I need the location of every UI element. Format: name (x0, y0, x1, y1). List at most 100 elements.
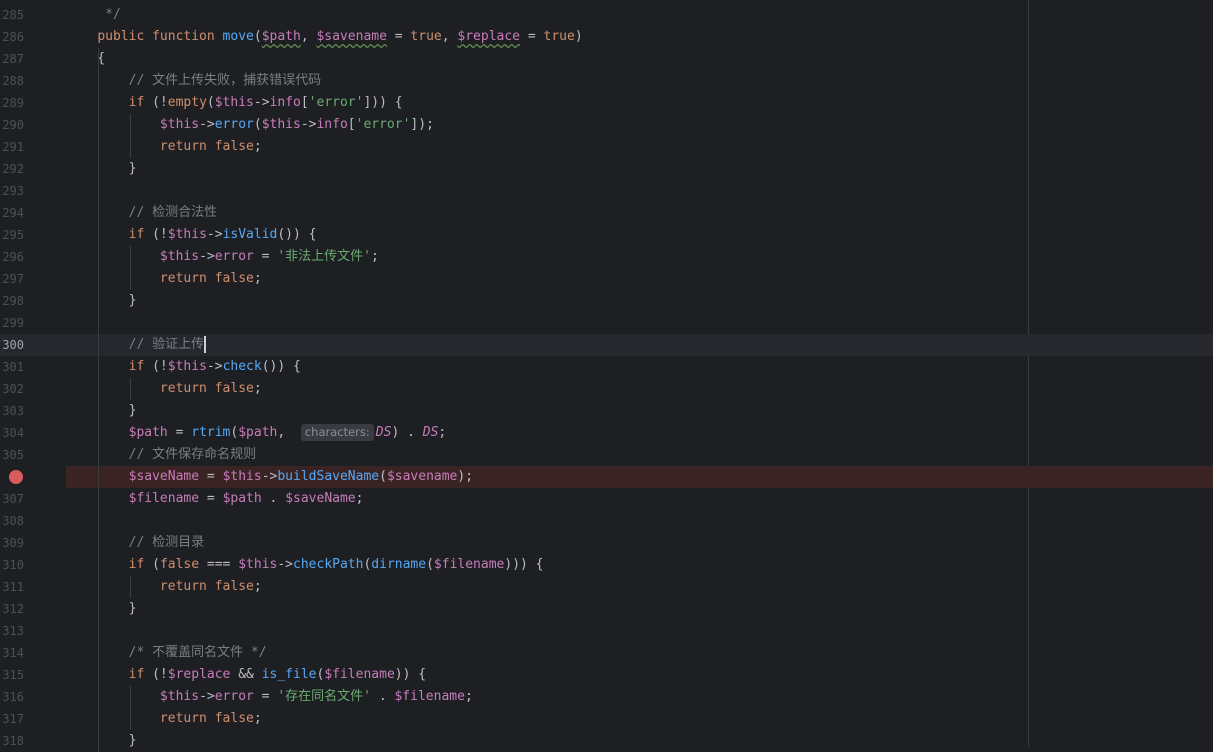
code-line[interactable]: 312 } (0, 598, 1213, 620)
line-number[interactable]: 288 (0, 70, 24, 92)
code-text[interactable]: $path = rtrim($path, characters: DS) . DS… (66, 422, 446, 444)
code-text[interactable]: // 验证上传 (66, 334, 207, 356)
code-text[interactable]: // 文件上传失败，捕获错误代码 (66, 70, 321, 92)
line-number[interactable]: 287 (0, 48, 24, 70)
code-line[interactable]: 298 } (0, 290, 1213, 312)
code-line[interactable]: 295 if (!$this->isValid()) { (0, 224, 1213, 246)
code-text[interactable]: $this->error($this->info['error']); (66, 114, 434, 136)
line-number[interactable]: 310 (0, 554, 24, 576)
code-line[interactable]: 286 public function move($path, $savenam… (0, 26, 1213, 48)
code-text[interactable]: if (!empty($this->info['error'])) { (66, 92, 403, 114)
code-text[interactable]: } (66, 290, 137, 312)
line-highlight (66, 334, 1213, 356)
line-number[interactable]: 298 (0, 290, 24, 312)
code-line[interactable]: 317 return false; (0, 708, 1213, 730)
code-line[interactable]: 315 if (!$replace && is_file($filename))… (0, 664, 1213, 686)
code-line[interactable]: 285 */ (0, 4, 1213, 26)
code-editor[interactable]: 285 */286 public function move($path, $s… (0, 0, 1213, 752)
code-line[interactable]: 300 // 验证上传 (0, 334, 1213, 356)
line-number[interactable]: 294 (0, 202, 24, 224)
code-text[interactable]: $this->error = '非法上传文件'; (66, 246, 379, 268)
line-number[interactable]: 286 (0, 26, 24, 48)
code-text[interactable]: $filename = $path . $saveName; (66, 488, 364, 510)
line-number[interactable]: 289 (0, 92, 24, 114)
line-number[interactable]: 317 (0, 708, 24, 730)
code-text[interactable]: { (66, 48, 105, 70)
code-text[interactable]: if (false === $this->checkPath(dirname($… (66, 554, 544, 576)
code-line[interactable]: 291 return false; (0, 136, 1213, 158)
line-number[interactable]: 285 (0, 4, 24, 26)
code-text[interactable]: public function move($path, $savename = … (66, 26, 582, 48)
line-number[interactable]: 303 (0, 400, 24, 422)
code-text[interactable]: /* 不覆盖同名文件 */ (66, 642, 267, 664)
line-number[interactable]: 309 (0, 532, 24, 554)
code-text[interactable]: } (66, 730, 137, 752)
line-number[interactable]: 291 (0, 136, 24, 158)
line-number[interactable]: 304 (0, 422, 24, 444)
line-number[interactable]: 314 (0, 642, 24, 664)
breakpoint-icon[interactable] (9, 470, 23, 484)
code-line[interactable]: 304 $path = rtrim($path, characters: DS) … (0, 422, 1213, 444)
code-line[interactable]: 305 // 文件保存命名规则 (0, 444, 1213, 466)
code-line[interactable]: 318 } (0, 730, 1213, 752)
code-line[interactable]: 313 (0, 620, 1213, 642)
code-line[interactable]: 303 } (0, 400, 1213, 422)
code-text[interactable]: return false; (66, 136, 262, 158)
code-line[interactable]: 311 return false; (0, 576, 1213, 598)
code-text[interactable]: */ (66, 4, 121, 26)
code-text[interactable]: } (66, 598, 137, 620)
code-line[interactable]: 310 if (false === $this->checkPath(dirna… (0, 554, 1213, 576)
code-text[interactable]: if (!$this->check()) { (66, 356, 301, 378)
code-text[interactable]: // 检测目录 (66, 532, 204, 554)
line-number[interactable]: 297 (0, 268, 24, 290)
code-text[interactable]: $saveName = $this->buildSaveName($savena… (66, 466, 473, 488)
line-number[interactable]: 302 (0, 378, 24, 400)
line-number[interactable]: 295 (0, 224, 24, 246)
line-number[interactable]: 313 (0, 620, 24, 642)
code-line[interactable]: 296 $this->error = '非法上传文件'; (0, 246, 1213, 268)
line-number[interactable]: 296 (0, 246, 24, 268)
code-text[interactable]: // 文件保存命名规则 (66, 444, 256, 466)
code-line[interactable]: 314 /* 不覆盖同名文件 */ (0, 642, 1213, 664)
code-line[interactable]: $saveName = $this->buildSaveName($savena… (0, 466, 1213, 488)
line-number[interactable]: 308 (0, 510, 24, 532)
code-text[interactable]: return false; (66, 378, 262, 400)
code-text[interactable]: // 检测合法性 (66, 202, 217, 224)
code-line[interactable]: 294 // 检测合法性 (0, 202, 1213, 224)
line-number[interactable]: 290 (0, 114, 24, 136)
line-number[interactable]: 316 (0, 686, 24, 708)
line-number[interactable]: 299 (0, 312, 24, 334)
code-text[interactable]: return false; (66, 268, 262, 290)
code-text[interactable]: if (!$this->isValid()) { (66, 224, 317, 246)
line-number[interactable]: 301 (0, 356, 24, 378)
code-text[interactable]: $this->error = '存在同名文件' . $filename; (66, 686, 473, 708)
code-line[interactable]: 290 $this->error($this->info['error']); (0, 114, 1213, 136)
code-text[interactable]: return false; (66, 708, 262, 730)
code-line[interactable]: 289 if (!empty($this->info['error'])) { (0, 92, 1213, 114)
code-line[interactable]: 293 (0, 180, 1213, 202)
code-text[interactable]: } (66, 158, 137, 180)
code-line[interactable]: 287 { (0, 48, 1213, 70)
line-number[interactable]: 307 (0, 488, 24, 510)
line-number[interactable]: 311 (0, 576, 24, 598)
code-line[interactable]: 301 if (!$this->check()) { (0, 356, 1213, 378)
code-text[interactable]: } (66, 400, 137, 422)
code-line[interactable]: 308 (0, 510, 1213, 532)
code-line[interactable]: 299 (0, 312, 1213, 334)
code-text[interactable]: if (!$replace && is_file($filename)) { (66, 664, 426, 686)
line-number[interactable]: 293 (0, 180, 24, 202)
code-line[interactable]: 302 return false; (0, 378, 1213, 400)
code-line[interactable]: 292 } (0, 158, 1213, 180)
code-text[interactable]: return false; (66, 576, 262, 598)
code-line[interactable]: 297 return false; (0, 268, 1213, 290)
line-number[interactable]: 312 (0, 598, 24, 620)
code-line[interactable]: 316 $this->error = '存在同名文件' . $filename; (0, 686, 1213, 708)
code-line[interactable]: 307 $filename = $path . $saveName; (0, 488, 1213, 510)
line-number[interactable]: 300 (0, 334, 24, 356)
line-number[interactable]: 292 (0, 158, 24, 180)
line-number[interactable]: 318 (0, 730, 24, 752)
code-line[interactable]: 309 // 检测目录 (0, 532, 1213, 554)
line-number[interactable]: 305 (0, 444, 24, 466)
code-line[interactable]: 288 // 文件上传失败，捕获错误代码 (0, 70, 1213, 92)
line-number[interactable]: 315 (0, 664, 24, 686)
